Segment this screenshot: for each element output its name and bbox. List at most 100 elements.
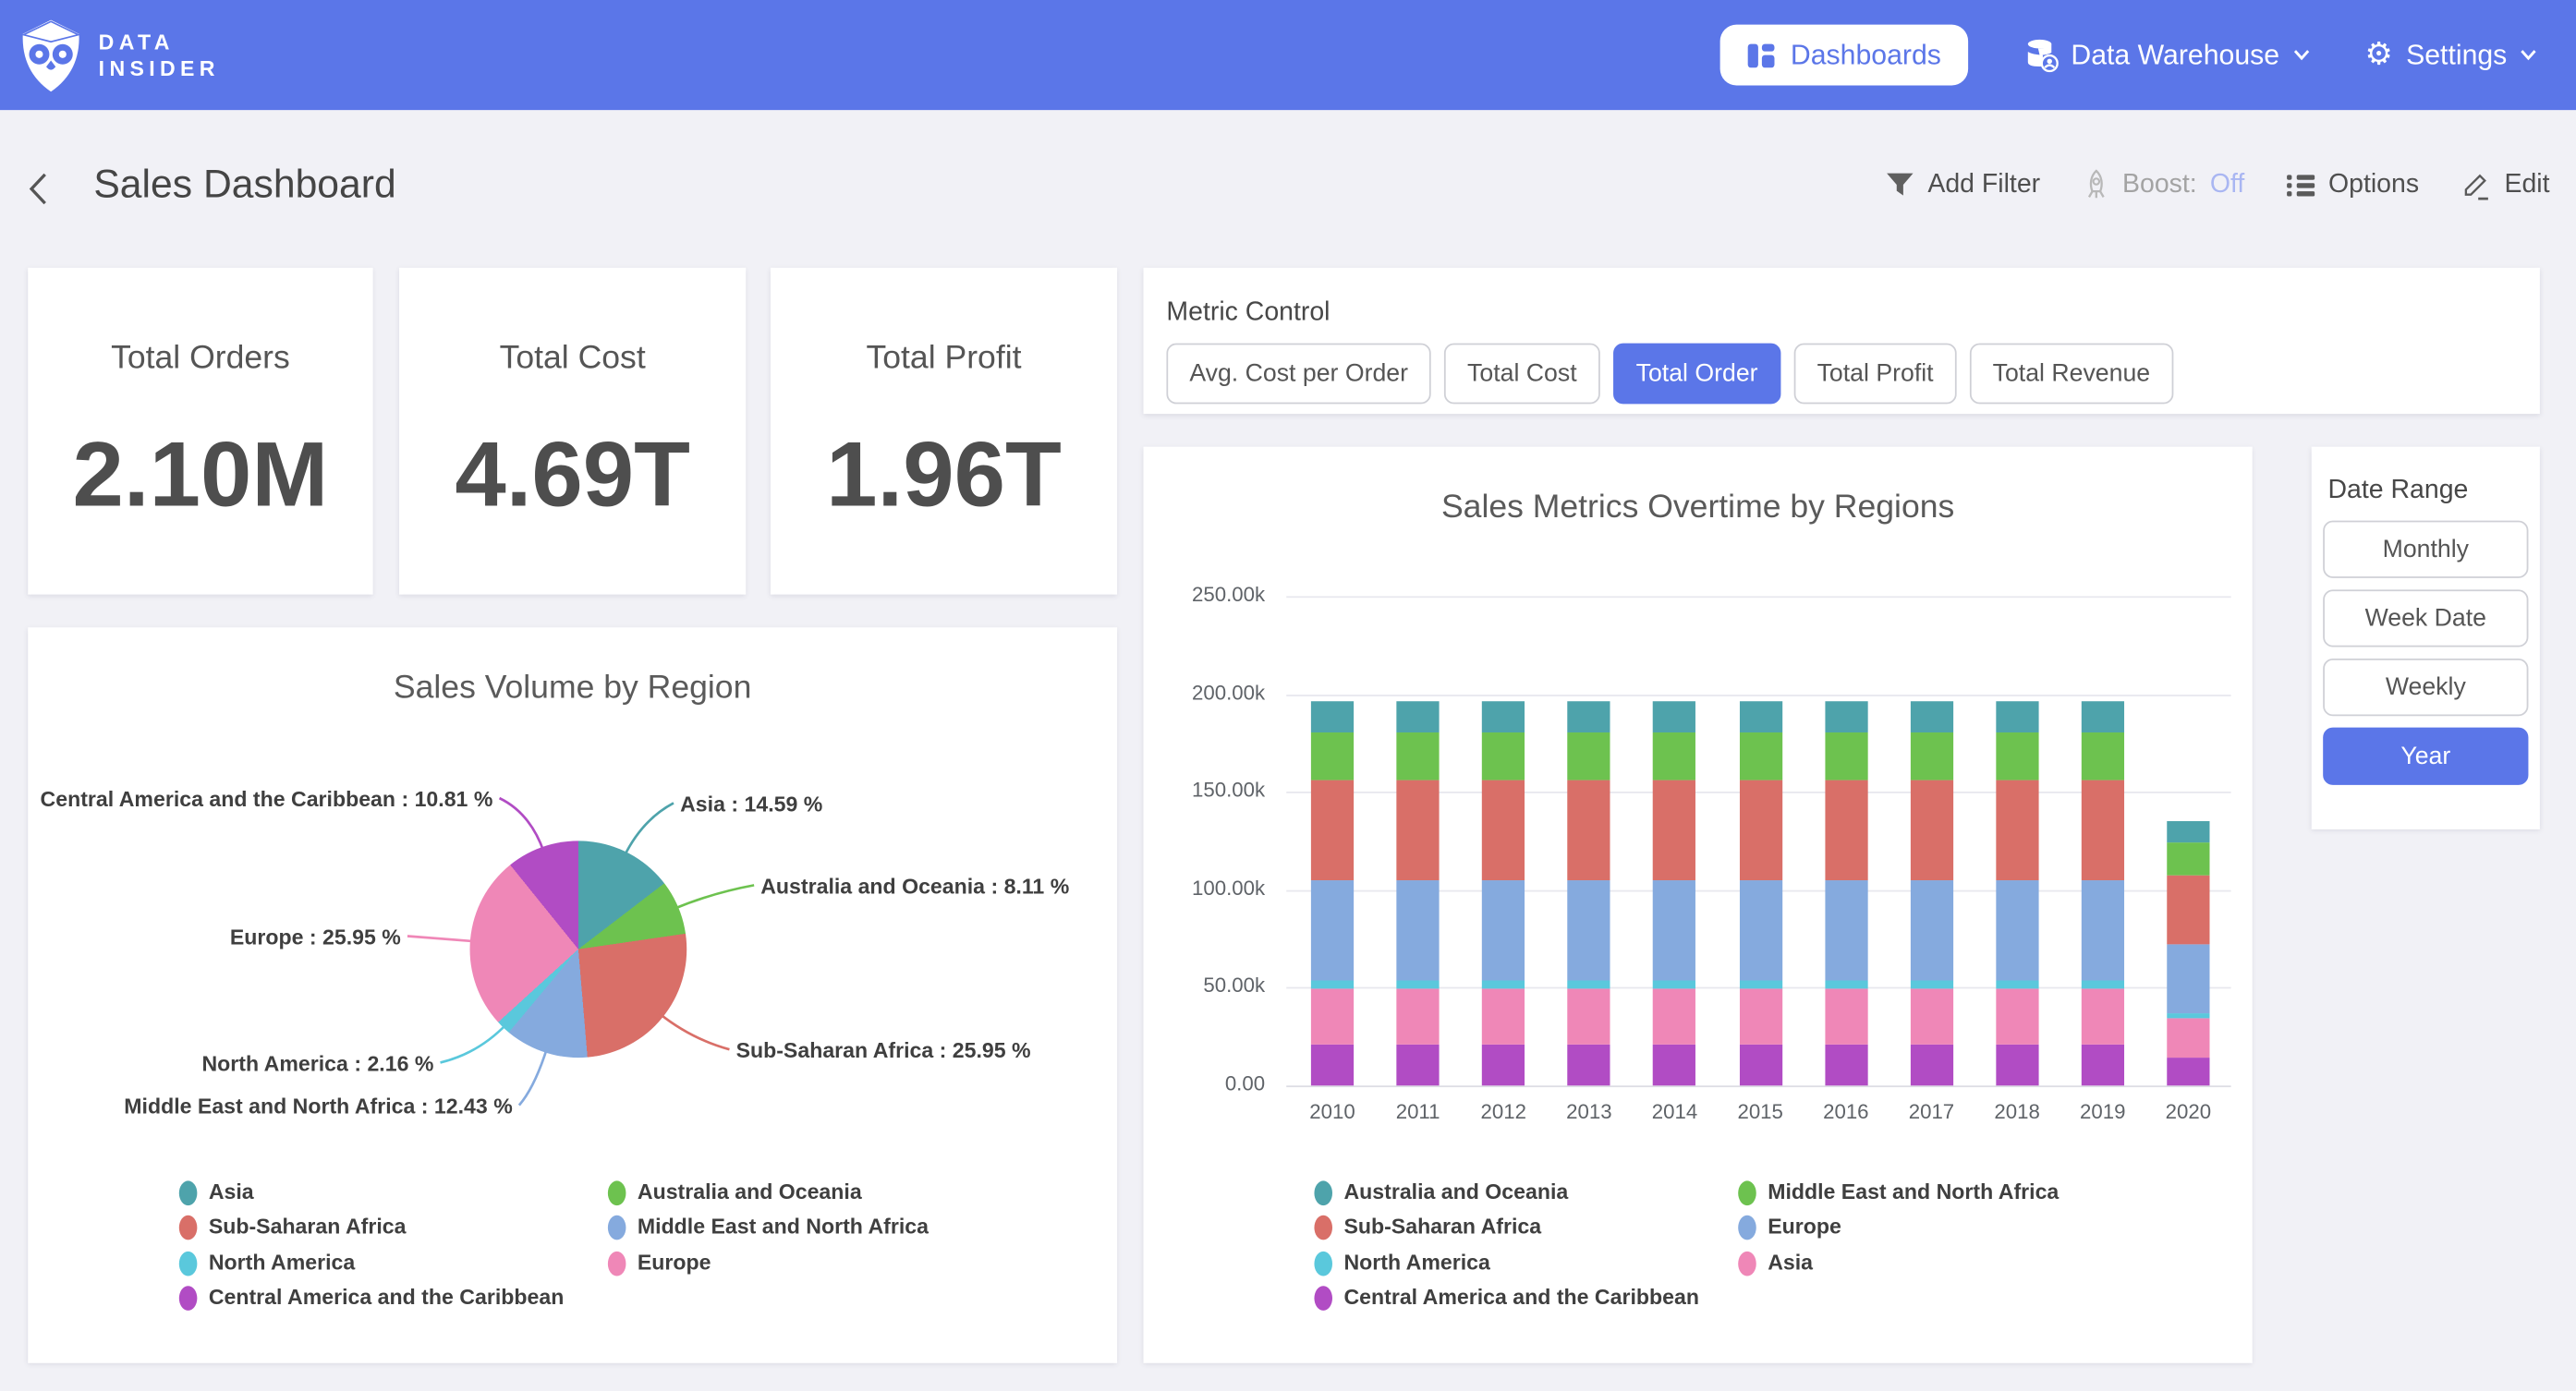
legend-dot (1738, 1180, 1756, 1205)
bar-segment-2010 (1311, 880, 1354, 980)
boost-state: Off (2210, 171, 2244, 200)
top-nav-bar: DATA INSIDER Dashboards (0, 0, 2576, 110)
nav-menu: Dashboards Data Warehouse ⚙ Setting (1719, 25, 2576, 86)
bar-segment-2014 (1653, 702, 1695, 733)
back-button[interactable] (26, 171, 49, 207)
x-axis-tick: 2013 (1547, 1100, 1632, 1123)
bar-segment-2019 (2082, 780, 2124, 880)
bar-segment-2019 (2082, 880, 2124, 980)
bar-chart-card: Sales Metrics Overtime by Regions 250.00… (1144, 447, 2253, 1363)
bar-segment-2015 (1739, 780, 1781, 880)
legend-item-middle-east-and-north-africa[interactable]: Middle East and North Africa (638, 1215, 929, 1240)
bar-segment-2020 (2167, 821, 2209, 842)
nav-data-warehouse-label: Data Warehouse (2071, 39, 2279, 72)
bar-segment-2010 (1311, 702, 1354, 733)
bar-segment-2018 (1996, 880, 2038, 980)
chevron-down-icon (2521, 49, 2537, 60)
metric-control-buttons: Avg. Cost per OrderTotal CostTotal Order… (1166, 344, 2173, 405)
nav-dashboards-label: Dashboards (1791, 39, 1941, 72)
bar-segment-2017 (1910, 732, 1952, 780)
kpi-card-total-orders: Total Orders 2.10M (28, 268, 372, 595)
bar-segment-2011 (1397, 1044, 1440, 1085)
legend-dot (1314, 1252, 1332, 1276)
legend-item-north-america[interactable]: North America (209, 1250, 355, 1275)
bar-segment-2011 (1397, 732, 1440, 780)
bar-segment-2014 (1653, 780, 1695, 880)
metric-option-total-revenue[interactable]: Total Revenue (1970, 344, 2173, 405)
date-option-year[interactable]: Year (2323, 728, 2528, 785)
bar-segment-2020 (2167, 1019, 2209, 1058)
nav-data-warehouse[interactable]: Data Warehouse (2023, 38, 2309, 72)
legend-item-australia-and-oceania[interactable]: Australia and Oceania (638, 1179, 862, 1204)
date-option-weekly[interactable]: Weekly (2323, 659, 2528, 716)
legend-dot (1738, 1252, 1756, 1276)
legend-item-central-america-and-the-caribbean[interactable]: Central America and the Caribbean (1343, 1285, 1699, 1310)
legend-item-asia[interactable]: Asia (209, 1179, 254, 1204)
boost-toggle[interactable]: Boost: Off (2083, 169, 2244, 202)
bar-segment-2010 (1311, 980, 1354, 988)
legend-item-australia-and-oceania[interactable]: Australia and Oceania (1343, 1179, 1568, 1204)
metric-option-total-cost[interactable]: Total Cost (1444, 344, 1599, 405)
bar-segment-2011 (1397, 880, 1440, 980)
date-range-panel: Date Range MonthlyWeek DateWeeklyYear (2312, 447, 2540, 829)
boost-label: Boost: (2122, 171, 2197, 200)
add-filter-button[interactable]: Add Filter (1887, 171, 2040, 200)
nav-settings[interactable]: ⚙ Settings (2365, 39, 2537, 72)
legend-item-sub-saharan-africa[interactable]: Sub-Saharan Africa (209, 1215, 407, 1240)
bar-segment-2010 (1311, 988, 1354, 1045)
bar-segment-2020 (2167, 1013, 2209, 1019)
bar-segment-2011 (1397, 988, 1440, 1045)
metric-option-total-order[interactable]: Total Order (1613, 344, 1781, 405)
pie-chart (470, 841, 687, 1058)
legend-dot (1314, 1180, 1332, 1205)
date-range-buttons: Monthly Week Date Weekly Year (2323, 521, 2528, 785)
metric-control-panel: Metric Control Avg. Cost per OrderTotal … (1144, 268, 2540, 414)
bar-segment-2018 (1996, 780, 2038, 880)
bar-segment-2019 (2082, 1044, 2124, 1085)
bar-segment-2020 (2167, 876, 2209, 944)
bar-segment-2016 (1825, 880, 1867, 980)
bar-segment-2016 (1825, 732, 1867, 780)
y-axis-tick: 250.00k (1166, 583, 1265, 606)
x-axis-tick: 2012 (1461, 1100, 1546, 1123)
bar-segment-2013 (1568, 1044, 1610, 1085)
bar-segment-2020 (2167, 944, 2209, 1012)
metric-option-avg-cost-per-order[interactable]: Avg. Cost per Order (1166, 344, 1430, 405)
legend-dot (179, 1180, 198, 1205)
bar-segment-2019 (2082, 988, 2124, 1045)
legend-item-central-america-and-the-caribbean[interactable]: Central America and the Caribbean (209, 1285, 565, 1310)
legend-item-middle-east-and-north-africa[interactable]: Middle East and North Africa (1768, 1179, 2059, 1204)
bar-segment-2015 (1739, 988, 1781, 1045)
nav-dashboards[interactable]: Dashboards (1719, 25, 1967, 86)
metric-option-total-profit[interactable]: Total Profit (1794, 344, 1957, 405)
options-list-icon (2288, 174, 2315, 197)
brand-logo[interactable]: DATA INSIDER (0, 18, 220, 93)
metric-control-label: Metric Control (1166, 299, 1330, 329)
kpi-label: Total Profit (866, 340, 1021, 378)
pie-leader-line (624, 803, 674, 856)
date-option-week-date[interactable]: Week Date (2323, 589, 2528, 647)
bar-segment-2011 (1397, 780, 1440, 880)
legend-item-europe[interactable]: Europe (1768, 1215, 1841, 1240)
edit-button[interactable]: Edit (2461, 171, 2549, 200)
legend-item-sub-saharan-africa[interactable]: Sub-Saharan Africa (1343, 1215, 1541, 1240)
legend-dot (179, 1287, 198, 1312)
bar-segment-2012 (1482, 880, 1525, 980)
legend-item-north-america[interactable]: North America (1343, 1250, 1489, 1275)
page-title: Sales Dashboard (93, 163, 395, 209)
options-button[interactable]: Options (2288, 171, 2419, 200)
kpi-label: Total Orders (111, 340, 290, 378)
legend-dot (179, 1216, 198, 1240)
bar-segment-2018 (1996, 702, 2038, 733)
x-axis-tick: 2020 (2145, 1100, 2230, 1123)
legend-dot (1314, 1287, 1332, 1312)
legend-item-europe[interactable]: Europe (638, 1250, 711, 1275)
bar-segment-2018 (1996, 980, 2038, 988)
bar-segment-2017 (1910, 702, 1952, 733)
bar-segment-2013 (1568, 880, 1610, 980)
rocket-icon (2083, 169, 2108, 202)
legend-dot (608, 1252, 626, 1276)
legend-item-asia[interactable]: Asia (1768, 1250, 1813, 1275)
date-option-monthly[interactable]: Monthly (2323, 521, 2528, 578)
legend-dot (608, 1216, 626, 1240)
